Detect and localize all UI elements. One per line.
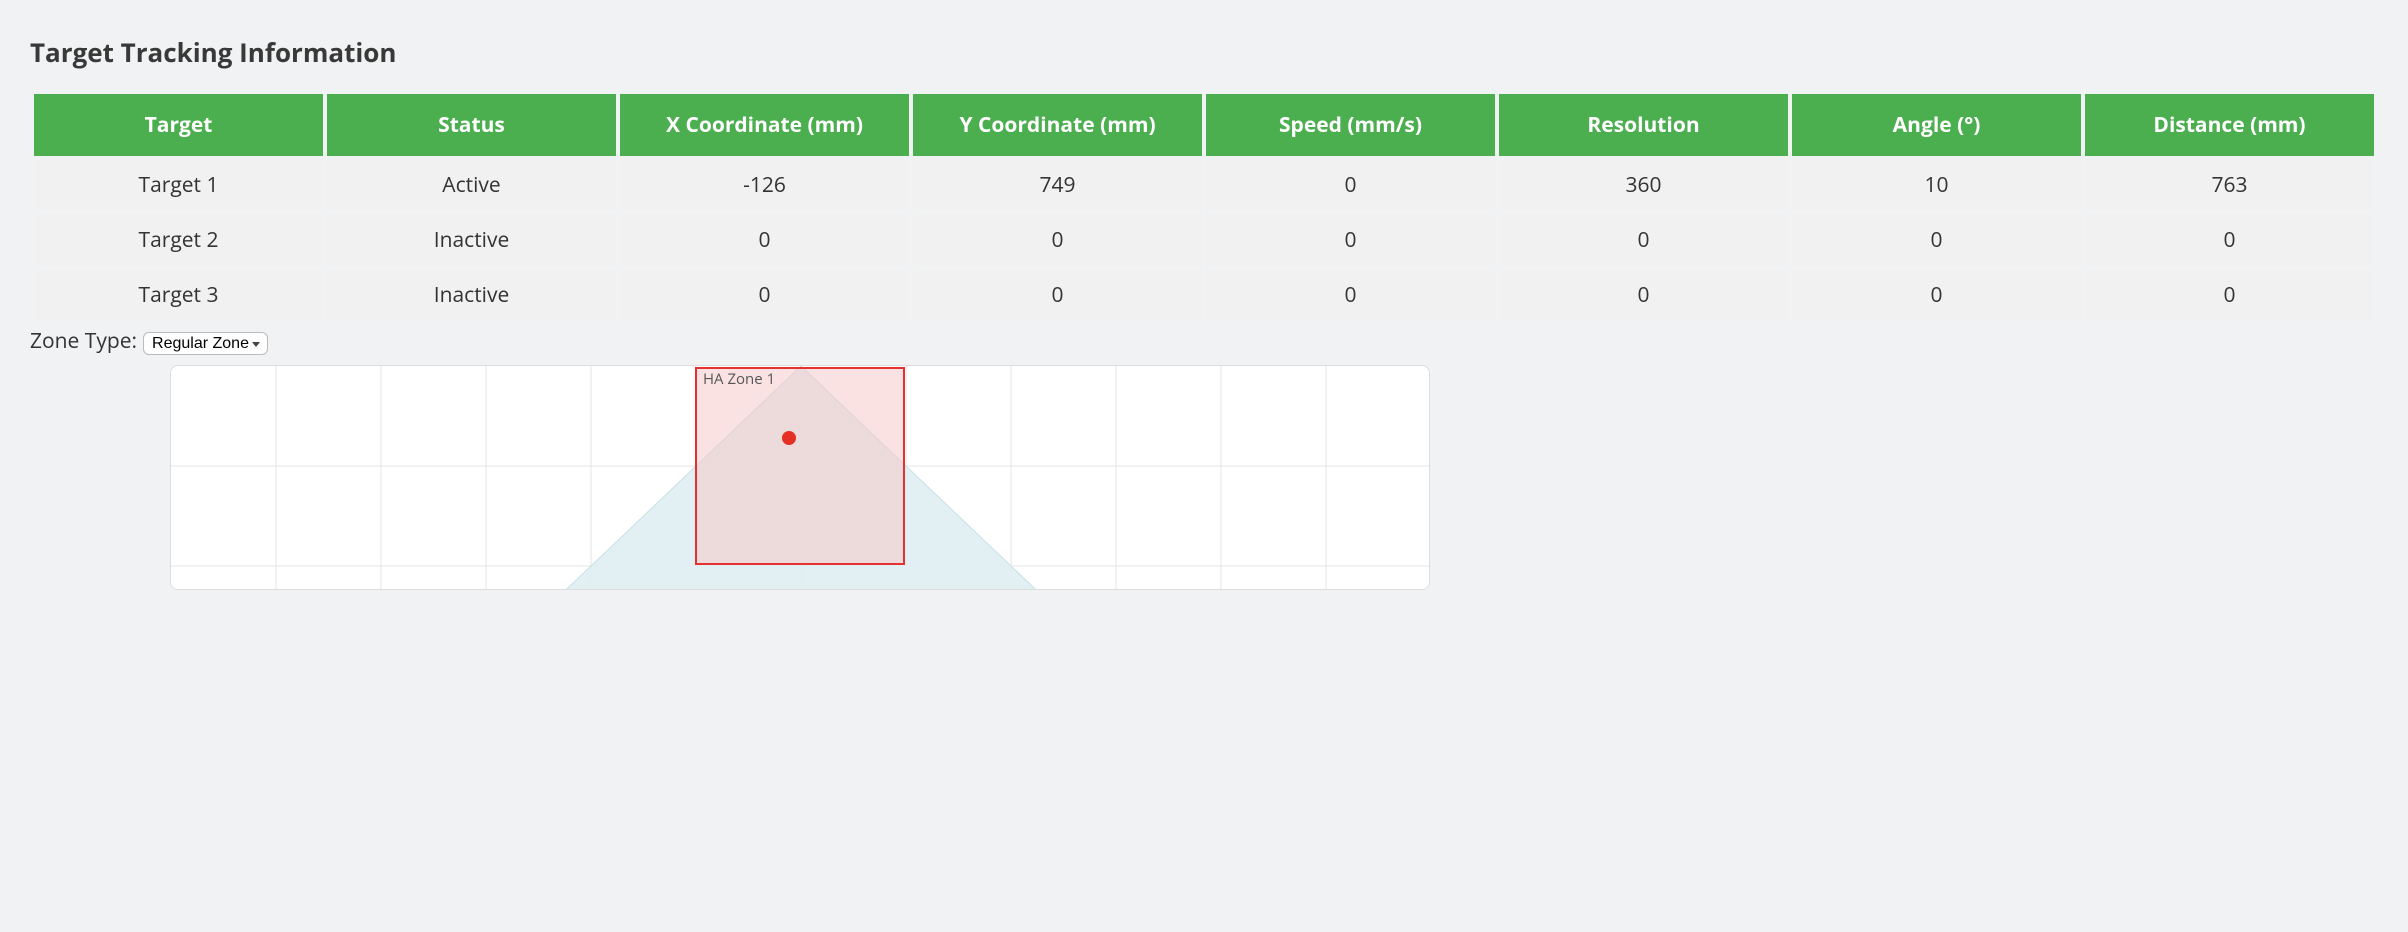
cell-status: Active	[327, 156, 616, 211]
th-xcoord: X Coordinate (mm)	[620, 94, 909, 156]
ha-zone-1[interactable]	[696, 368, 904, 564]
th-status: Status	[327, 94, 616, 156]
cell-distance: 0	[2085, 211, 2374, 266]
zone-type-select[interactable]: Regular Zone	[143, 332, 268, 355]
th-distance: Distance (mm)	[2085, 94, 2374, 156]
cell-angle: 10	[1792, 156, 2081, 211]
ha-zone-1-label: HA Zone 1	[703, 369, 775, 389]
tracking-table: Target Status X Coordinate (mm) Y Coordi…	[30, 94, 2378, 321]
cell-angle: 0	[1792, 211, 2081, 266]
cell-status: Inactive	[327, 266, 616, 321]
th-angle: Angle (°)	[1792, 94, 2081, 156]
cell-y: 749	[913, 156, 1202, 211]
zone-type-select-wrap: Regular Zone	[143, 327, 268, 355]
cell-resolution: 0	[1499, 211, 1788, 266]
tracking-map[interactable]: HA Zone 1	[170, 365, 1430, 590]
cell-status: Inactive	[327, 211, 616, 266]
table-row: Target 3 Inactive 0 0 0 0 0 0	[34, 266, 2374, 321]
target-1-dot[interactable]	[782, 431, 796, 445]
cell-speed: 0	[1206, 211, 1495, 266]
cell-x: -126	[620, 156, 909, 211]
cell-x: 0	[620, 211, 909, 266]
zone-type-label: Zone Type:	[30, 327, 137, 355]
cell-target: Target 2	[34, 211, 323, 266]
section-title: Target Tracking Information	[30, 34, 2378, 70]
cell-y: 0	[913, 211, 1202, 266]
th-ycoord: Y Coordinate (mm)	[913, 94, 1202, 156]
cell-resolution: 0	[1499, 266, 1788, 321]
cell-distance: 0	[2085, 266, 2374, 321]
map-svg: HA Zone 1	[171, 366, 1430, 590]
cell-speed: 0	[1206, 266, 1495, 321]
cell-resolution: 360	[1499, 156, 1788, 211]
table-row: Target 2 Inactive 0 0 0 0 0 0	[34, 211, 2374, 266]
cell-x: 0	[620, 266, 909, 321]
cell-distance: 763	[2085, 156, 2374, 211]
cell-y: 0	[913, 266, 1202, 321]
th-speed: Speed (mm/s)	[1206, 94, 1495, 156]
table-row: Target 1 Active -126 749 0 360 10 763	[34, 156, 2374, 211]
cell-target: Target 1	[34, 156, 323, 211]
th-resolution: Resolution	[1499, 94, 1788, 156]
th-target: Target	[34, 94, 323, 156]
cell-target: Target 3	[34, 266, 323, 321]
cell-angle: 0	[1792, 266, 2081, 321]
cell-speed: 0	[1206, 156, 1495, 211]
